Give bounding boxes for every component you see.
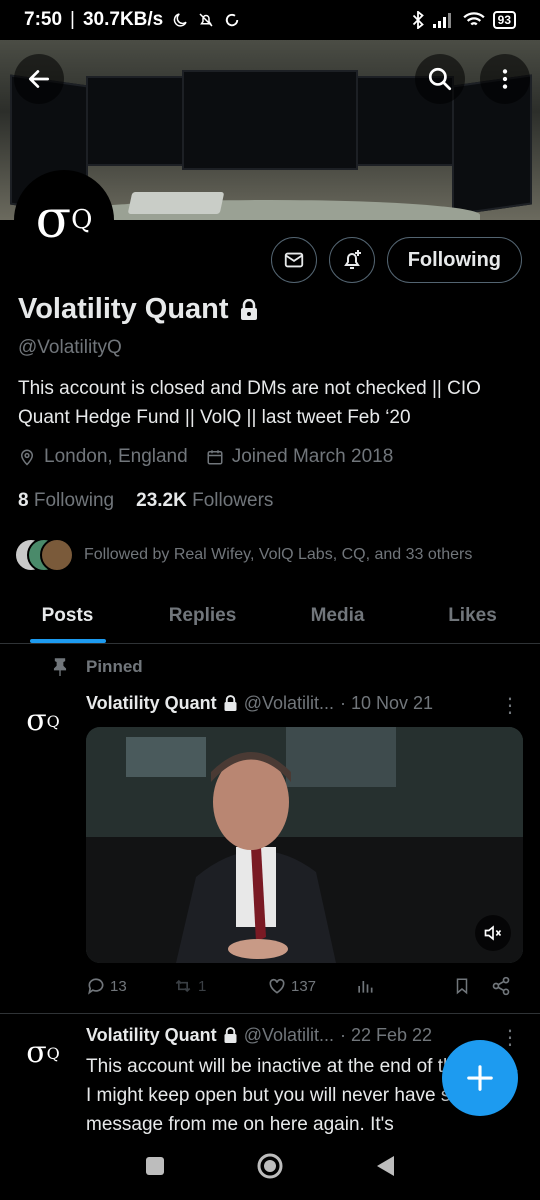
tab-posts[interactable]: Posts xyxy=(0,588,135,643)
compose-button[interactable] xyxy=(442,1040,518,1116)
network-speed: 30.7KB/s xyxy=(82,9,164,30)
profile-handle: @VolatilityQ xyxy=(18,337,122,358)
bookmark-button[interactable] xyxy=(453,976,491,996)
bell-off-icon xyxy=(199,13,213,27)
profile-name: Volatility Quant xyxy=(18,293,229,325)
keyboard xyxy=(127,192,225,214)
post-author-name[interactable]: Volatility Quant xyxy=(86,1025,217,1046)
square-icon xyxy=(146,1156,164,1175)
post-more-button[interactable]: ⋮ xyxy=(500,1025,520,1050)
back-button[interactable] xyxy=(14,54,64,104)
profile-name-row: Volatility Quant xyxy=(18,293,259,326)
lock-icon xyxy=(224,1027,237,1043)
follow-counts: 8 Following 23.2K Followers xyxy=(18,490,273,512)
location-pin-icon xyxy=(20,449,34,466)
follower-avatars xyxy=(14,538,74,572)
status-bar: 7:50 | 30.7KB/s 93 xyxy=(0,0,540,40)
views-button[interactable] xyxy=(355,976,453,996)
bookmark-icon xyxy=(456,978,468,995)
post-header: Volatility Quant @Volatilit... · 10 Nov … xyxy=(86,693,433,714)
system-nav-bar xyxy=(0,1136,540,1200)
bell-plus-icon xyxy=(343,250,361,269)
following-count[interactable]: 8 Following xyxy=(18,490,114,512)
post-avatar[interactable]: σQ xyxy=(18,1028,68,1078)
repost-icon xyxy=(175,979,191,993)
home-button[interactable] xyxy=(256,1152,284,1185)
following-button[interactable]: Following xyxy=(386,237,522,283)
back-nav-button[interactable] xyxy=(374,1154,396,1183)
post-divider xyxy=(0,1013,540,1014)
signal-icon xyxy=(432,13,451,28)
repost-button[interactable]: 1 xyxy=(172,976,267,996)
recents-button[interactable] xyxy=(144,1155,166,1182)
profile-location: London, England xyxy=(44,446,188,467)
sync-icon xyxy=(226,13,239,27)
profile-avatar[interactable]: σQ xyxy=(14,170,114,270)
profile-meta: London, England Joined March 2018 xyxy=(18,446,393,468)
profile-bio: This account is closed and DMs are not c… xyxy=(18,378,481,428)
mute-button[interactable] xyxy=(475,915,511,951)
profile-joined: Joined March 2018 xyxy=(231,446,394,467)
volume-mute-icon xyxy=(484,925,502,941)
tab-media[interactable]: Media xyxy=(270,588,405,643)
avatar xyxy=(40,538,74,572)
followers-count[interactable]: 23.2K Followers xyxy=(136,490,273,512)
post-date: · 10 Nov 21 xyxy=(340,693,434,713)
post-actions: 13 1 137 xyxy=(86,976,522,996)
arrow-left-icon xyxy=(28,70,50,88)
like-button[interactable]: 137 xyxy=(267,976,355,996)
more-vertical-icon xyxy=(502,69,508,89)
post-avatar[interactable]: σQ xyxy=(18,696,68,746)
post-author-handle: @Volatilit... xyxy=(243,1025,334,1045)
wifi-icon xyxy=(462,12,485,26)
reply-button[interactable]: 13 xyxy=(86,976,172,996)
notifications-button[interactable] xyxy=(328,237,375,283)
share-button[interactable] xyxy=(491,976,511,996)
reply-icon xyxy=(88,978,104,995)
profile-tabs: Posts Replies Media Likes xyxy=(0,588,540,644)
circle-icon xyxy=(257,1153,283,1178)
post-author-handle: @Volatilit... xyxy=(243,693,334,713)
more-options-button[interactable] xyxy=(480,54,530,104)
message-button[interactable] xyxy=(270,237,317,283)
post-date: · 22 Feb 22 xyxy=(340,1025,433,1045)
post-more-button[interactable]: ⋮ xyxy=(500,693,520,718)
pin-icon xyxy=(53,658,67,676)
pinned-indicator: Pinned xyxy=(52,657,143,677)
battery-level: 93 xyxy=(492,11,516,29)
post-video[interactable] xyxy=(86,727,523,963)
profile-actions: Following xyxy=(270,237,522,283)
tab-likes[interactable]: Likes xyxy=(405,588,540,643)
calendar-icon xyxy=(207,450,223,465)
moon-icon xyxy=(174,13,187,27)
followed-by-text: Followed by Real Wifey, VolQ Labs, CQ, a… xyxy=(84,546,473,563)
bluetooth-icon xyxy=(412,11,424,29)
search-button[interactable] xyxy=(415,54,465,104)
search-icon xyxy=(428,67,452,91)
post-header: Volatility Quant @Volatilit... · 22 Feb … xyxy=(86,1025,432,1046)
video-frame xyxy=(86,727,523,963)
followed-by-row[interactable]: Followed by Real Wifey, VolQ Labs, CQ, a… xyxy=(14,538,472,572)
bar-chart-icon xyxy=(358,981,373,993)
lock-icon xyxy=(240,298,257,320)
share-icon xyxy=(492,976,510,996)
heart-icon xyxy=(269,978,285,994)
triangle-back-icon xyxy=(377,1155,394,1176)
lock-icon xyxy=(224,695,237,711)
tab-replies[interactable]: Replies xyxy=(135,588,270,643)
clock: 7:50 xyxy=(24,9,63,30)
post-author-name[interactable]: Volatility Quant xyxy=(86,693,217,714)
plus-icon xyxy=(467,1065,493,1091)
mail-icon xyxy=(284,252,303,268)
